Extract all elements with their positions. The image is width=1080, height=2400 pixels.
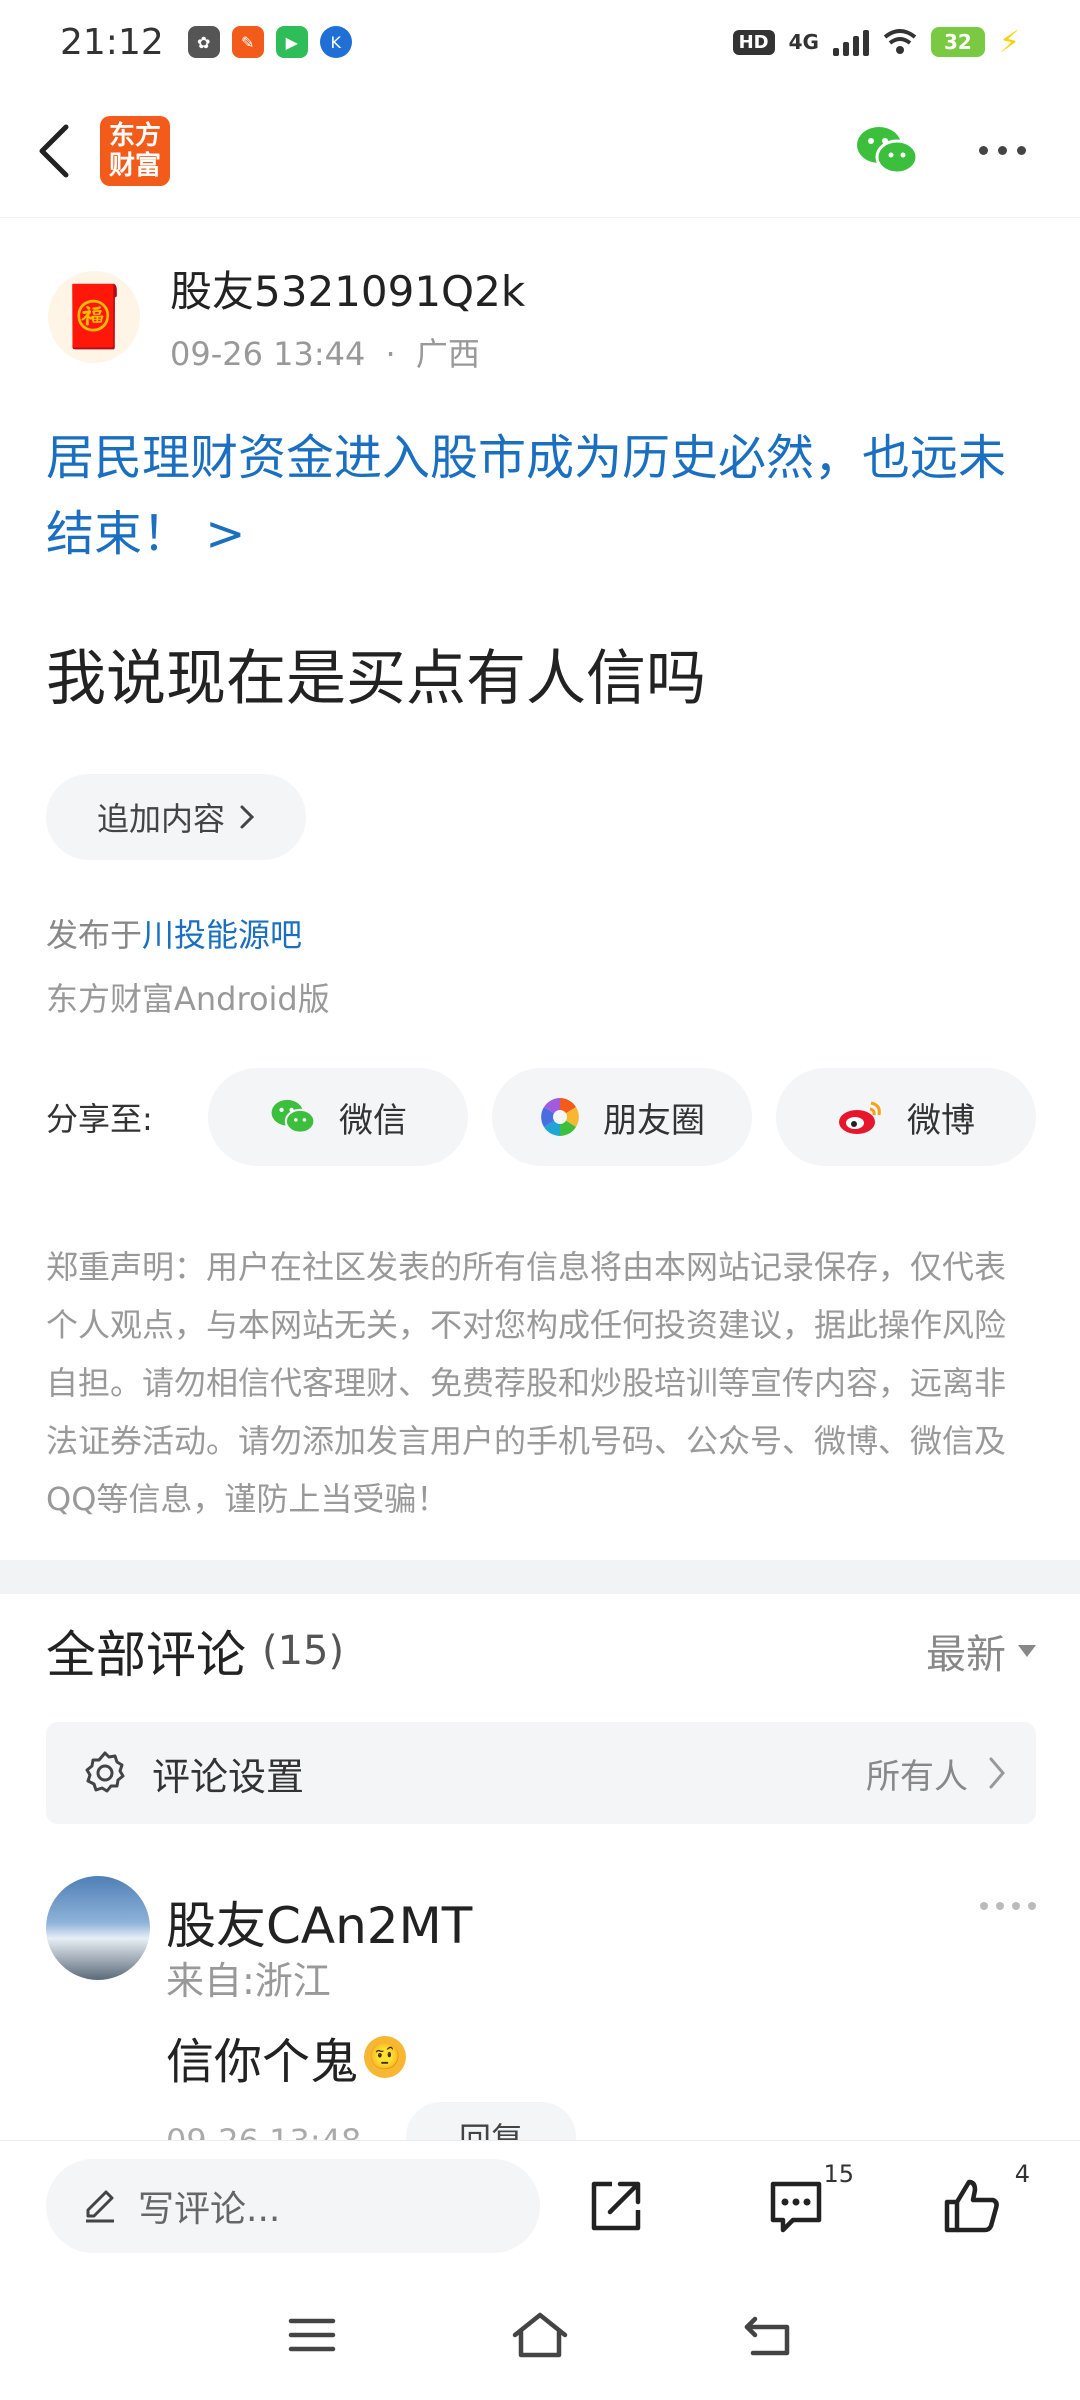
comment-text-content: 信你个鬼: [166, 2034, 359, 2090]
header-actions: [855, 123, 1026, 179]
pencil-icon: [86, 2190, 114, 2222]
moments-icon: [541, 1098, 579, 1136]
share-option-label: 微信: [339, 1100, 407, 1141]
post-meta: 09-26 13:44 · 广西: [170, 329, 525, 375]
battery-icon: 32: [930, 27, 985, 57]
wechat-icon: [271, 1099, 316, 1134]
author-name[interactable]: 股友5321091Q2k: [170, 258, 525, 319]
home-icon[interactable]: [511, 2311, 569, 2359]
post-datetime: 09-26 13:44: [170, 335, 366, 373]
weibo-icon: [839, 1101, 881, 1134]
client-version: 东方财富Android版: [46, 980, 330, 1018]
commenter-avatar[interactable]: [46, 1876, 150, 1980]
author-avatar[interactable]: 🧧: [48, 270, 140, 363]
comments-button[interactable]: 15: [756, 2160, 854, 2246]
caret-down-icon: [1018, 1645, 1036, 1657]
comment-more-icon[interactable]: [980, 1902, 1036, 1910]
share-label: 分享至:: [46, 1100, 153, 1138]
comment-text: 信你个鬼 🤨: [166, 2022, 407, 2092]
status-app-icons: ✿ ✎ ▶ K: [187, 26, 352, 58]
comment-settings-row[interactable]: 评论设置 所有人: [46, 1722, 1036, 1824]
comments-count: (15): [262, 1628, 345, 1674]
comment-bubble-icon: [770, 2181, 822, 2232]
comment-settings-value: 所有人: [866, 1749, 1006, 1798]
thumbs-up-icon: [944, 2179, 999, 2232]
gear-icon: [85, 1751, 125, 1793]
share-out-icon: [591, 2181, 641, 2230]
wechat-share-icon[interactable]: [855, 123, 919, 179]
wifi-icon: [883, 29, 917, 54]
like-count-badge: 4: [1014, 2159, 1030, 2188]
share-button[interactable]: [576, 2166, 656, 2246]
post-body: 我说现在是买点有人信吗: [46, 644, 706, 714]
add-content-label: 追加内容: [96, 800, 225, 838]
sort-dropdown[interactable]: 最新: [926, 1622, 1036, 1680]
app-header: 东方 财富: [0, 84, 1080, 218]
app-notification-icon: ✎: [231, 26, 264, 58]
disclaimer: 郑重声明：用户在社区发表的所有信息将由本网站记录保存，仅代表个人观点，与本网站无…: [46, 1248, 1007, 1518]
share-moments-button[interactable]: 朋友圈: [492, 1068, 752, 1166]
status-bar: 21:12 ✿ ✎ ▶ K HD 4G 32 ⚡: [0, 0, 1080, 84]
sort-value: 最新: [926, 1632, 1006, 1678]
back-button[interactable]: [24, 111, 84, 191]
chevron-right-icon: [989, 1757, 1005, 1789]
share-row: 分享至: 微信 朋友圈 微博: [46, 1068, 1060, 1166]
comment-settings-label: 评论设置: [152, 1754, 305, 1799]
network-type: 4G: [788, 30, 819, 54]
bar-link[interactable]: 川投能源吧: [142, 916, 302, 954]
signal-icon: [832, 28, 869, 56]
share-wechat-button[interactable]: 微信: [208, 1068, 468, 1166]
post-headline-link[interactable]: 居民理财资金进入股市成为历史必然，也远未结束！ >: [46, 420, 1036, 572]
app-notification-icon: K: [319, 26, 352, 58]
more-options-icon[interactable]: [979, 146, 1026, 155]
comment-count-badge: 15: [823, 2159, 854, 2188]
share-option-label: 微博: [907, 1100, 975, 1141]
menu-icon[interactable]: [287, 2315, 337, 2355]
share-weibo-button[interactable]: 微博: [776, 1068, 1036, 1166]
share-option-label: 朋友圈: [603, 1100, 705, 1141]
comment-item: 股友CAn2MT 来自:浙江 信你个鬼 🤨 09-26 13:48 回复: [46, 1874, 1036, 2172]
chevron-right-icon: [240, 805, 255, 829]
posted-in-prefix: 发布于: [46, 916, 143, 954]
post-author: 🧧 股友5321091Q2k 09-26 13:44 · 广西: [48, 258, 525, 375]
status-time: 21:12: [60, 21, 164, 63]
write-comment-placeholder: 写评论...: [138, 2188, 281, 2230]
back-nav-icon[interactable]: [743, 2313, 793, 2357]
skeptical-face-emoji-icon: 🤨: [364, 2036, 407, 2078]
logo-text-line1: 东方: [108, 120, 161, 151]
commenter-region: 来自:浙江: [166, 1959, 331, 2003]
brand-logo: 东方 财富: [100, 115, 170, 186]
posted-in: 发布于川投能源吧: [46, 910, 302, 956]
author-info: 股友5321091Q2k 09-26 13:44 · 广西: [170, 258, 525, 375]
status-indicators: HD 4G 32 ⚡: [732, 24, 1020, 60]
like-button[interactable]: 4: [932, 2160, 1030, 2246]
meta-separator: ·: [385, 335, 396, 373]
back-arrow-icon: [39, 124, 69, 177]
post-region: 广西: [415, 335, 480, 373]
app-notification-icon: ✿: [187, 26, 220, 58]
settings-value-text: 所有人: [866, 1756, 968, 1797]
app-notification-icon: ▶: [275, 26, 308, 58]
commenter-name[interactable]: 股友CAn2MT: [166, 1886, 472, 1958]
write-comment-input[interactable]: 写评论...: [46, 2158, 540, 2253]
system-nav-bar: [0, 2270, 1080, 2400]
charging-icon: ⚡: [998, 24, 1020, 60]
hd-icon: HD: [732, 29, 775, 55]
bottom-action-bar: 写评论... 15 4: [0, 2140, 1080, 2270]
logo-text-line2: 财富: [108, 150, 161, 181]
add-content-button[interactable]: 追加内容: [46, 774, 306, 860]
section-divider: [0, 1560, 1080, 1594]
comments-title: 全部评论: [46, 1626, 246, 1684]
comments-header: 全部评论 (15) 最新: [46, 1615, 1036, 1687]
